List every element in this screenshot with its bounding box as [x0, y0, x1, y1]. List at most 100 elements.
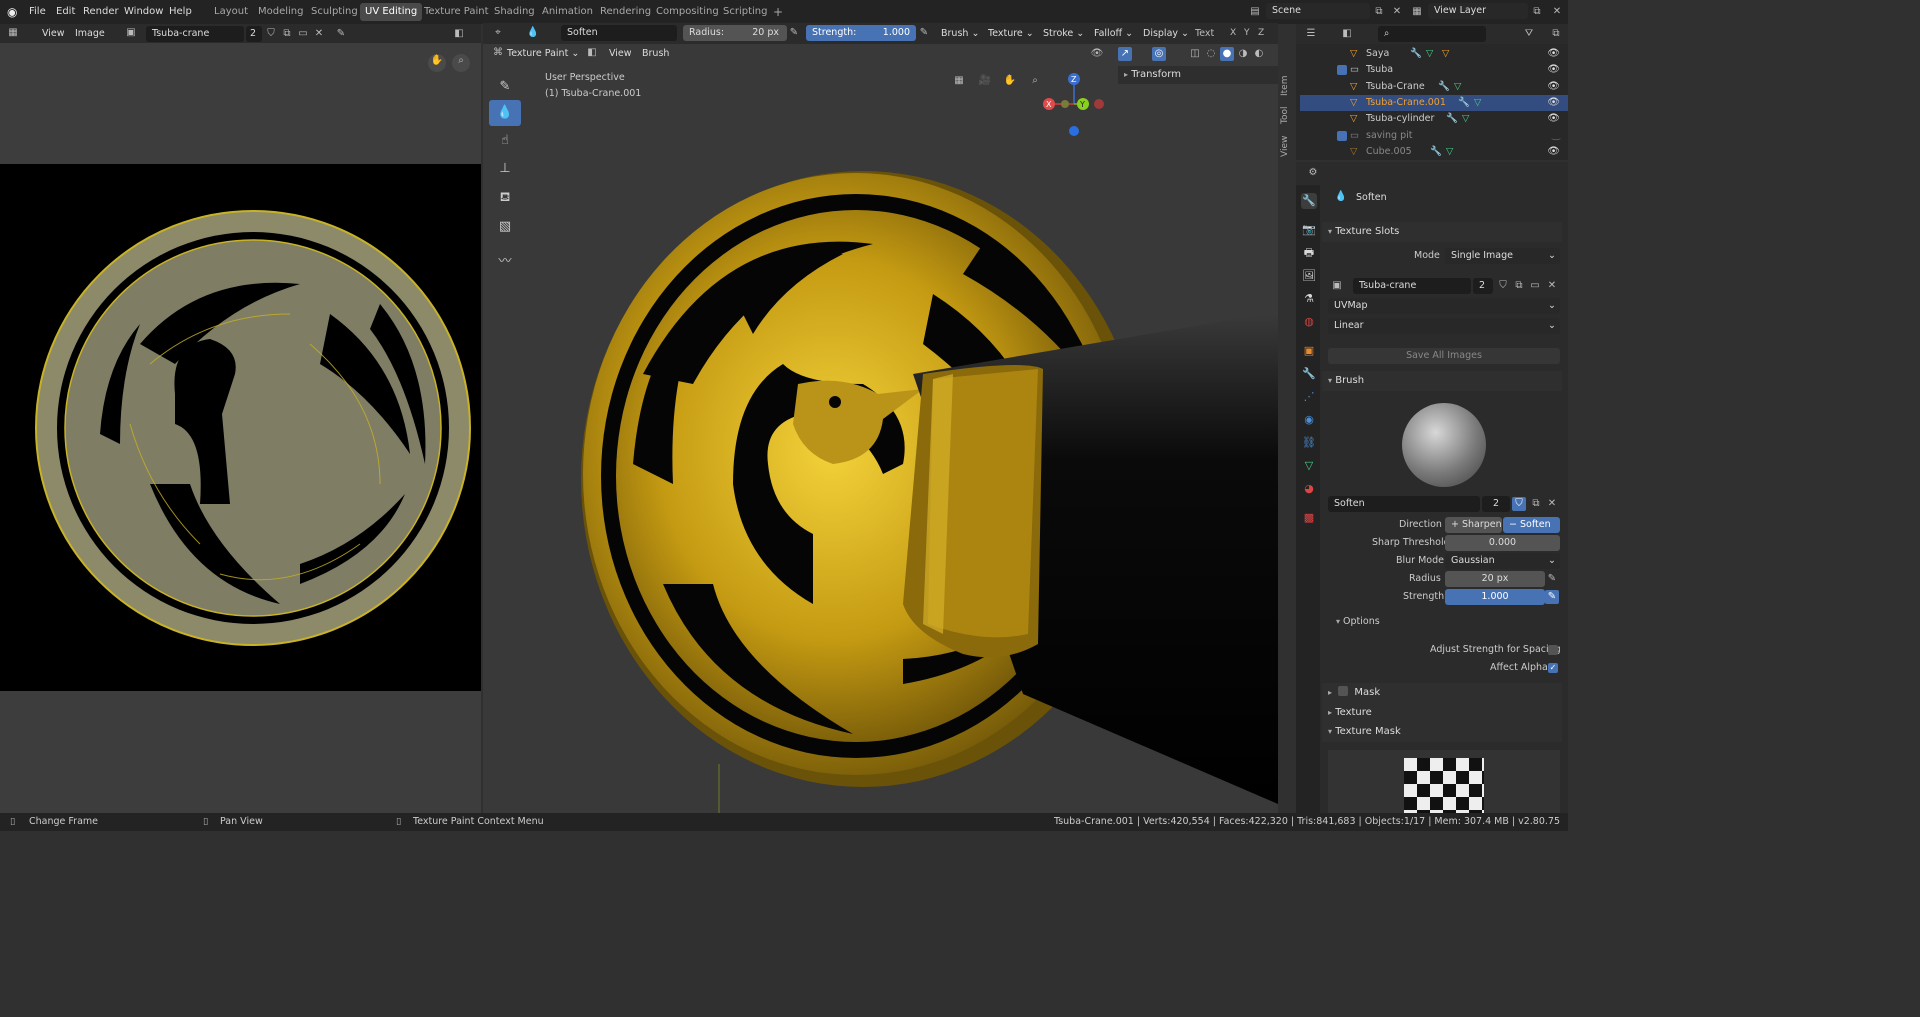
- texture-panel-header[interactable]: ▸ Texture: [1322, 703, 1562, 723]
- tab-layout[interactable]: Layout: [209, 3, 253, 21]
- zoom-icon[interactable]: ⌕: [452, 54, 470, 72]
- fake-user-shield-icon[interactable]: ⛉: [1512, 497, 1526, 511]
- visibility-icon[interactable]: 👁: [1090, 47, 1104, 61]
- delete-scene-icon[interactable]: ✕: [1390, 5, 1404, 19]
- material-shading-icon[interactable]: ◑: [1236, 47, 1250, 61]
- rendered-shading-icon[interactable]: ◐: [1252, 47, 1266, 61]
- outliner-row-tsuba-crane[interactable]: ▽ Tsuba-Crane 🔧 ▽ 👁: [1300, 79, 1568, 95]
- new-scene-icon[interactable]: ⧉: [1372, 5, 1386, 19]
- unlink-brush-icon[interactable]: ✕: [1545, 497, 1559, 511]
- menu-help[interactable]: Help: [169, 4, 192, 20]
- mask-panel-header[interactable]: ▸ Mask: [1322, 683, 1562, 703]
- visibility-eye-icon[interactable]: 👁: [1547, 46, 1560, 62]
- uvmap-select[interactable]: UVMap ⌄: [1328, 298, 1560, 314]
- texture-dropdown[interactable]: Texture ⌄: [988, 26, 1034, 42]
- output-tab-icon[interactable]: 🖶: [1301, 245, 1317, 261]
- radius-prop-field[interactable]: 20 px: [1445, 571, 1545, 587]
- soften-tool-icon[interactable]: 💧: [489, 100, 521, 126]
- mode-select[interactable]: Single Image ⌄: [1445, 248, 1560, 264]
- outliner-row-saving-pit[interactable]: ▭ saving pit ‿: [1300, 128, 1568, 144]
- texture-tab-icon[interactable]: ▩: [1301, 510, 1317, 526]
- properties-type-icon[interactable]: ⚙: [1306, 166, 1320, 180]
- mirror-y-toggle[interactable]: Y: [1244, 28, 1250, 38]
- mirror-z-toggle[interactable]: Z: [1258, 28, 1264, 38]
- mirror-x-toggle[interactable]: X: [1230, 28, 1236, 38]
- view-layer-tab-icon[interactable]: 🖼: [1301, 268, 1317, 284]
- outliner-row-tsuba-crane-001[interactable]: ▽ Tsuba-Crane.001 🔧 ▽ 👁: [1300, 95, 1568, 111]
- tab-scripting[interactable]: Scripting: [718, 3, 772, 21]
- visibility-eye-icon[interactable]: 👁: [1547, 111, 1560, 127]
- collection-checkbox[interactable]: [1337, 65, 1347, 75]
- tab-tool[interactable]: Tool: [1280, 104, 1292, 126]
- uv-image-canvas[interactable]: [0, 164, 481, 691]
- material-tab-icon[interactable]: ◕: [1301, 481, 1317, 497]
- tab-compositing[interactable]: Compositing: [651, 3, 724, 21]
- grid-view-icon[interactable]: ▦: [950, 74, 968, 92]
- viewport-menu-brush[interactable]: Brush: [642, 46, 669, 62]
- image-menu-image[interactable]: Image: [75, 26, 105, 42]
- new-image-icon[interactable]: ⧉: [1512, 279, 1526, 293]
- new-image-icon[interactable]: ⧉: [280, 27, 294, 41]
- display-mode-icon[interactable]: ◧: [452, 27, 466, 41]
- slot-image-field[interactable]: Tsuba-crane: [1353, 278, 1471, 294]
- visibility-eye-icon[interactable]: 👁: [1547, 144, 1560, 160]
- new-view-layer-icon[interactable]: ⧉: [1530, 5, 1544, 19]
- object-tab-icon[interactable]: ▣: [1301, 343, 1317, 359]
- object-icon[interactable]: ◧: [585, 46, 599, 60]
- fake-user-icon[interactable]: ⛉: [264, 27, 278, 41]
- render-tab-icon[interactable]: 📷: [1301, 222, 1317, 238]
- gizmo-icon[interactable]: ↗: [1118, 47, 1132, 61]
- soften-toggle[interactable]: − Soften: [1503, 517, 1560, 533]
- outliner-row-tsuba[interactable]: ▭ Tsuba 👁: [1300, 62, 1568, 78]
- viewport-menu-view[interactable]: View: [609, 46, 632, 62]
- annotate-tool-icon[interactable]: 〰: [489, 249, 521, 275]
- view-layer-icon[interactable]: ▦: [1410, 5, 1424, 19]
- world-tab-icon[interactable]: ◍: [1301, 314, 1317, 330]
- options-subpanel-header[interactable]: ▾ Options: [1336, 616, 1536, 630]
- checker-preview-thumbnail[interactable]: [1404, 758, 1484, 813]
- visibility-eye-icon[interactable]: 👁: [1547, 95, 1560, 111]
- menu-edit[interactable]: Edit: [56, 4, 75, 20]
- delete-view-layer-icon[interactable]: ✕: [1550, 5, 1564, 19]
- outliner-search-input[interactable]: ⌕: [1378, 26, 1486, 42]
- mode-dropdown[interactable]: Texture Paint ⌄: [507, 46, 579, 62]
- tab-sculpting[interactable]: Sculpting: [306, 3, 363, 21]
- overlay-icon[interactable]: ◎: [1152, 47, 1166, 61]
- physics-tab-icon[interactable]: ◉: [1301, 412, 1317, 428]
- add-workspace-button[interactable]: +: [768, 3, 788, 21]
- brush-type-icon[interactable]: 💧: [526, 26, 540, 40]
- viewport-editor-type-icon[interactable]: ⌖: [491, 26, 505, 40]
- tab-uv-editing[interactable]: UV Editing: [360, 3, 423, 21]
- blur-mode-select[interactable]: Gaussian ⌄: [1445, 553, 1560, 569]
- menu-render[interactable]: Render: [83, 4, 119, 20]
- sharp-threshold-field[interactable]: 0.000: [1445, 535, 1560, 551]
- smear-tool-icon[interactable]: ☝: [489, 128, 521, 154]
- editor-type-icon[interactable]: ▦: [6, 26, 20, 40]
- falloff-dropdown[interactable]: Falloff ⌄: [1094, 26, 1133, 42]
- scene-icon[interactable]: ▤: [1248, 5, 1262, 19]
- draw-tool-icon[interactable]: ✎: [489, 74, 521, 100]
- display-dropdown[interactable]: Display ⌄: [1143, 26, 1189, 42]
- new-brush-icon[interactable]: ⧉: [1529, 497, 1543, 511]
- brush-dropdown[interactable]: Brush ⌄: [941, 26, 979, 42]
- texture-mask-panel-header[interactable]: ▾ Texture Mask: [1322, 722, 1562, 742]
- modifier-tab-icon[interactable]: 🔧: [1301, 366, 1317, 382]
- sharpen-toggle[interactable]: + Sharpen: [1445, 517, 1502, 533]
- interpolation-select[interactable]: Linear ⌄: [1328, 318, 1560, 334]
- tool-tab-icon[interactable]: 🔧: [1301, 193, 1317, 209]
- visibility-eye-icon[interactable]: 👁: [1547, 62, 1560, 78]
- radius-pressure-icon[interactable]: ✎: [1545, 572, 1559, 586]
- outliner-type-icon[interactable]: ☰: [1304, 27, 1318, 41]
- open-image-icon[interactable]: ▭: [1528, 279, 1542, 293]
- menu-window[interactable]: Window: [124, 4, 163, 20]
- 3d-viewport[interactable]: [483, 44, 1278, 813]
- scene-tab-icon[interactable]: ⚗: [1301, 291, 1317, 307]
- fill-tool-icon[interactable]: ⛾: [489, 185, 521, 211]
- strength-prop-field[interactable]: 1.000: [1445, 589, 1545, 605]
- mask-checkbox[interactable]: [1338, 686, 1349, 696]
- tab-shading[interactable]: Shading: [489, 3, 540, 21]
- mask-tool-icon[interactable]: ▧: [489, 214, 521, 240]
- clone-tool-icon[interactable]: ⊥: [489, 156, 521, 182]
- menu-file[interactable]: File: [29, 4, 46, 20]
- tab-texture-paint[interactable]: Texture Paint: [419, 3, 494, 21]
